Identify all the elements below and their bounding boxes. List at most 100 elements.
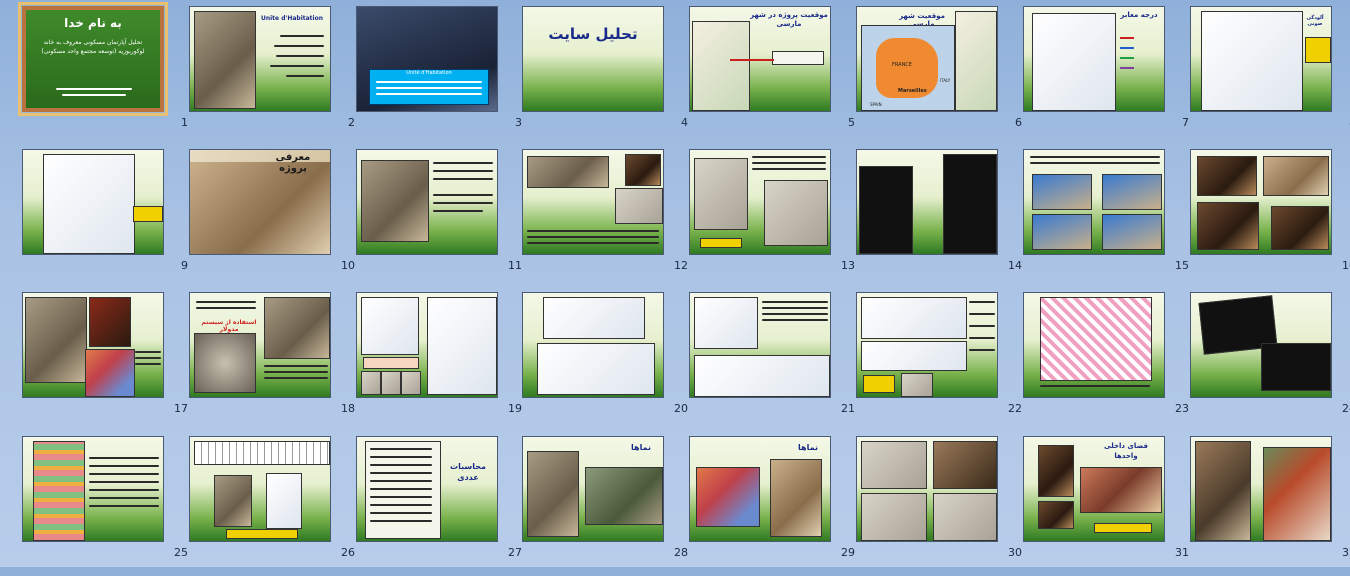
slide-thumb-10[interactable]: معرفی پروژه 10 [189,149,355,289]
text-line [370,512,432,514]
roof-photo [1032,174,1092,210]
slide-title: محاسبات عددی [450,462,486,482]
slide-32[interactable] [1190,436,1332,542]
slide-number: 19 [508,402,522,415]
slide-number: 32 [1342,546,1350,559]
slide-thumb-31[interactable]: فضای داخلی واحدها 31 [1023,436,1189,576]
interior-photo [1197,156,1257,196]
slide-31[interactable]: فضای داخلی واحدها [1023,436,1165,542]
slide-5[interactable]: موقعیت پروژه در شهر مارسی [689,6,831,112]
corridor-photo [1195,441,1251,541]
slide-thumb-15[interactable]: 15 [1023,149,1189,289]
slide-thumb-13[interactable]: 13 [689,149,855,289]
slide-9[interactable] [22,149,164,255]
pointer-line [730,59,774,61]
section-drawing [859,166,913,254]
slide-15[interactable] [1023,149,1165,255]
slide-thumb-6[interactable]: موقعیت شهر مارسی FRANCE Marseilles SPAIN… [856,6,1022,146]
legend-line [1120,37,1134,39]
slide-thumb-24[interactable]: 24 [1190,292,1350,432]
text-line [270,65,324,67]
slide-13[interactable] [689,149,831,255]
slide-4[interactable]: تحلیل سایت [522,6,664,112]
slide-thumb-1[interactable]: به نام خدا تحلیل آپارتمان مسکونی معروف ب… [18,2,188,146]
roof-photo [1102,174,1162,210]
text-line [433,170,493,172]
slide-title: آلودگی صوتی [1306,15,1324,27]
slide-20[interactable] [522,292,664,398]
text-line [62,94,126,96]
slide-24[interactable] [1190,292,1332,398]
unit-plan [694,297,758,349]
slide-thumb-8[interactable]: آلودگی صوتی 8 [1190,6,1350,146]
slide-8[interactable]: آلودگی صوتی [1190,6,1332,112]
slide-3[interactable]: Unité d'Habitation [356,6,498,112]
slide-thumb-23[interactable]: 23 [1023,292,1189,432]
text-line [527,230,659,232]
slide-thumb-28[interactable]: نماها 28 [522,436,688,576]
slide-thumb-7[interactable]: درجه معابر 7 [1023,6,1189,146]
slide-22[interactable] [856,292,998,398]
slide-thumb-2[interactable]: Unite d'Habitation 2 [189,6,355,146]
slide-1[interactable]: به نام خدا تحلیل آپارتمان مسکونی معروف ب… [18,2,168,116]
sketch-drawing [361,297,419,355]
slide-6[interactable]: موقعیت شهر مارسی FRANCE Marseilles SPAIN… [856,6,998,112]
slide-thumb-18[interactable]: استفاده از سیستم مدولار 18 [189,292,355,432]
interior-photo [85,349,135,397]
slide-thumb-4[interactable]: تحلیل سایت 4 [522,6,688,146]
slide-12[interactable] [522,149,664,255]
slide-18[interactable]: استفاده از سیستم مدولار [189,292,331,398]
slide-thumb-14[interactable]: 14 [856,149,1022,289]
slide-thumb-27[interactable]: محاسبات عددی 27 [356,436,522,576]
slide-11[interactable] [356,149,498,255]
slide-17[interactable] [22,292,164,398]
slide-16[interactable] [1190,149,1332,255]
slide-thumb-26[interactable]: 26 [189,436,355,576]
slide-21[interactable] [689,292,831,398]
slide-thumb-5[interactable]: موقعیت پروژه در شهر مارسی 5 [689,6,855,146]
slide-thumb-11[interactable]: 11 [356,149,522,289]
slide-27[interactable]: محاسبات عددی [356,436,498,542]
section-drawing [537,343,655,395]
slide-thumb-20[interactable]: 20 [522,292,688,432]
slide-19[interactable] [356,292,498,398]
sketch-drawing [543,297,645,339]
text-line [89,481,159,483]
slide-thumb-32[interactable]: 32 [1190,436,1350,576]
slide-thumb-29[interactable]: نماها 29 [689,436,855,576]
text-line [969,325,995,327]
slide-thumb-12[interactable]: 12 [522,149,688,289]
slide-thumb-19[interactable]: 19 [356,292,522,432]
interior-photo [1263,156,1329,196]
slide-thumb-17[interactable]: 17 [22,292,188,432]
text-line [286,75,324,77]
photo [381,371,401,395]
slide-26[interactable] [189,436,331,542]
slide-thumb-22[interactable]: 22 [856,292,1022,432]
slide-10[interactable]: معرفی پروژه [189,149,331,255]
slide-30[interactable] [856,436,998,542]
slide-thumb-30[interactable]: 30 [856,436,1022,576]
slide-25[interactable] [22,436,164,542]
text-line [274,45,324,47]
text-line [969,301,995,303]
slide-29[interactable]: نماها [689,436,831,542]
slide-title: تحلیل سایت [548,25,638,43]
building-photo [585,467,663,525]
slide-thumb-16[interactable]: 16 [1190,149,1350,289]
slide-title: استفاده از سیستم مدولار [201,319,257,333]
slide-2[interactable]: Unite d'Habitation [189,6,331,112]
site-plan [43,154,135,254]
slide-7[interactable]: درجه معابر [1023,6,1165,112]
slide-thumb-25[interactable]: 25 [22,436,188,576]
slide-number: 24 [1342,402,1350,415]
slide-thumb-9[interactable]: 9 [22,149,188,289]
slide-23[interactable] [1023,292,1165,398]
slide-thumb-21[interactable]: 21 [689,292,855,432]
text-line [762,301,828,303]
text-line [370,480,432,482]
slide-28[interactable]: نماها [522,436,664,542]
text-line [370,464,432,466]
slide-thumb-3[interactable]: Unité d'Habitation 3 [356,6,522,146]
slide-14[interactable] [856,149,998,255]
